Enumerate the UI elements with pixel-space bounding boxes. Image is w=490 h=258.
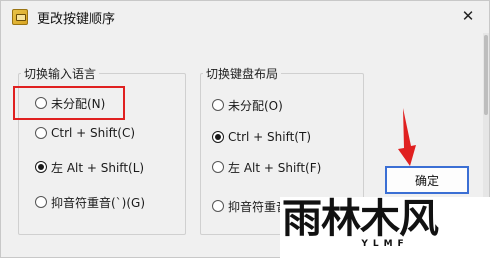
close-icon: ✕ <box>461 7 475 25</box>
left-option-grave-accent-label: 抑音符重音(`)(G) <box>51 195 146 210</box>
ylmf-watermark: 雨林木风 YLMF <box>280 197 490 258</box>
window-title: 更改按键顺序 <box>37 12 116 27</box>
watermark-subtext: YLMF <box>361 239 409 249</box>
left-option-unassigned-label: 未分配(N) <box>51 96 106 111</box>
radio-icon[interactable] <box>35 127 47 139</box>
title-bar: 更改按键顺序 ✕ <box>1 1 489 33</box>
radio-icon[interactable] <box>212 200 224 212</box>
left-option-unassigned[interactable]: 未分配(N) <box>35 94 105 112</box>
right-option-ctrl-shift-label: Ctrl + Shift(T) <box>228 130 312 144</box>
right-option-unassigned[interactable]: 未分配(O) <box>212 96 283 114</box>
right-option-ctrl-shift[interactable]: Ctrl + Shift(T) <box>212 128 311 146</box>
close-button[interactable]: ✕ <box>453 3 483 29</box>
left-option-ctrl-shift-label: Ctrl + Shift(C) <box>51 126 136 140</box>
radio-icon[interactable] <box>212 99 224 111</box>
radio-icon[interactable] <box>35 97 47 109</box>
left-option-left-alt-shift[interactable]: 左 Alt + Shift(L) <box>35 158 144 176</box>
left-option-ctrl-shift[interactable]: Ctrl + Shift(C) <box>35 124 135 142</box>
keyboard-app-icon <box>12 9 28 25</box>
right-option-unassigned-label: 未分配(O) <box>228 98 283 113</box>
switch-keyboard-layout-legend: 切换键盘布局 <box>206 67 279 81</box>
arrow-icon <box>398 108 416 166</box>
scrollbar-thumb[interactable] <box>484 35 488 115</box>
right-option-left-alt-shift-label: 左 Alt + Shift(F) <box>228 160 322 175</box>
watermark-logo-text: 雨林木风 <box>282 196 439 242</box>
red-arrow-annotation <box>398 108 416 166</box>
ok-button-label: 确定 <box>414 173 439 188</box>
radio-selected-icon[interactable] <box>212 131 224 143</box>
radio-icon[interactable] <box>35 196 47 208</box>
left-option-left-alt-shift-label: 左 Alt + Shift(L) <box>51 160 145 175</box>
ok-button[interactable]: 确定 <box>385 166 469 194</box>
radio-icon[interactable] <box>212 161 224 173</box>
switch-input-language-legend: 切换输入语言 <box>24 67 97 81</box>
radio-selected-icon[interactable] <box>35 161 47 173</box>
right-option-left-alt-shift[interactable]: 左 Alt + Shift(F) <box>212 158 321 176</box>
left-option-grave-accent[interactable]: 抑音符重音(`)(G) <box>35 193 145 211</box>
